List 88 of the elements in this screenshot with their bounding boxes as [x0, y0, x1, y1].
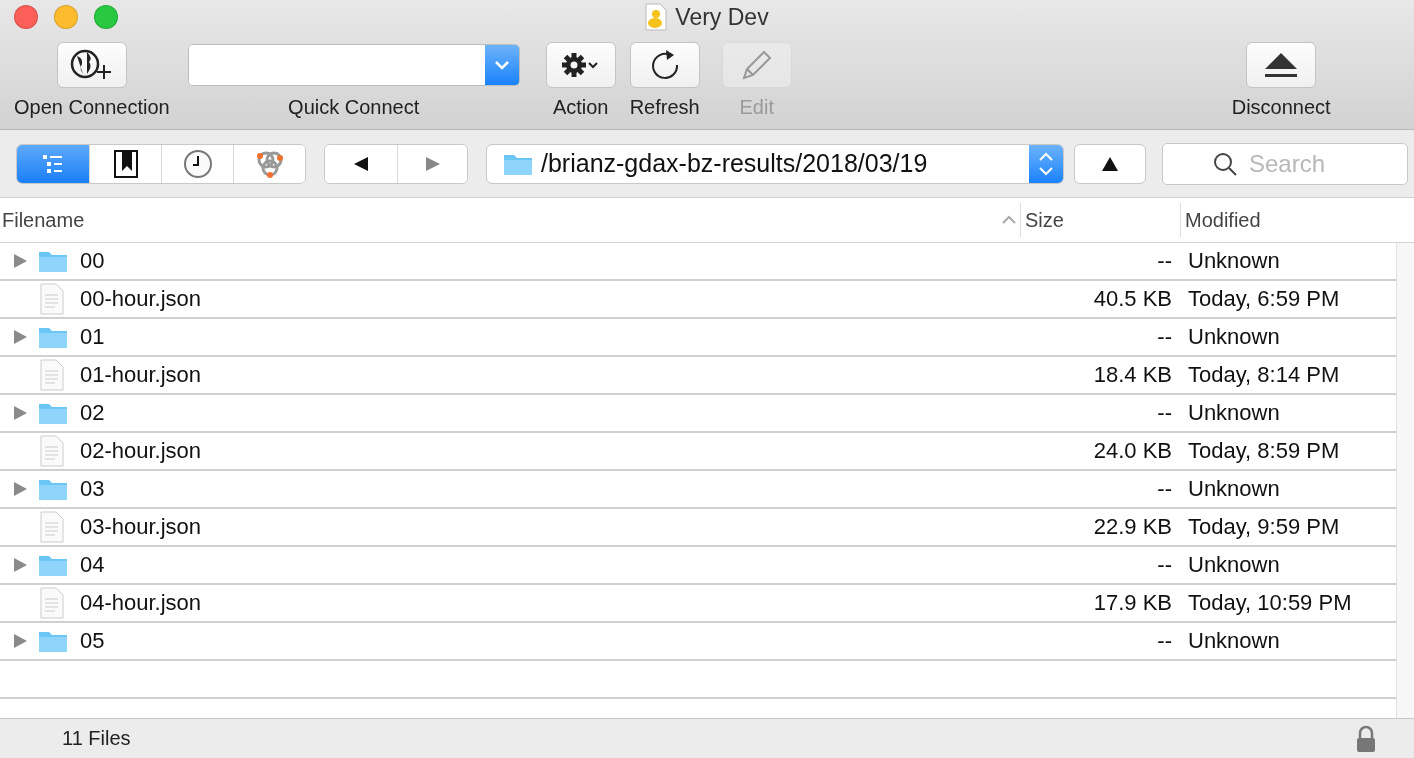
chevron-down-icon [493, 60, 510, 70]
size-cell-text: 40.5 KB [1092, 286, 1172, 312]
size-cell-text: -- [1156, 628, 1172, 654]
document-icon [40, 435, 64, 467]
column-header[interactable]: Filename [0, 203, 1020, 237]
outline-list-icon [41, 152, 65, 175]
folder-icon [38, 553, 68, 577]
triangle-left-icon [353, 155, 369, 172]
file-name: 02-hour.json [80, 438, 202, 464]
file-name: 05 [80, 628, 105, 654]
size-cell-text: -- [1156, 552, 1172, 578]
window-title: Very Dev [675, 3, 769, 31]
triangle-up-icon [1101, 155, 1119, 172]
modified-cell: Today, 8:14 PM [1188, 362, 1340, 388]
file-name: 03-hour.json [80, 514, 202, 540]
combo-box[interactable] [187, 44, 520, 86]
refresh-button[interactable] [629, 42, 700, 88]
file-name: 01 [80, 324, 105, 350]
search-field[interactable]: Search [1162, 142, 1408, 185]
disclosure-triangle-icon[interactable] [12, 481, 28, 497]
size-cell-text: -- [1156, 248, 1172, 274]
path-selector[interactable]: /brianz-gdax-bz-results/2018/03/19 [486, 143, 1064, 184]
parent-folder-button[interactable] [1074, 143, 1146, 184]
toolbar-label: Edit [739, 96, 774, 119]
status-text: 11 Files [62, 727, 131, 750]
size-cell-text: 24.0 KB [1092, 438, 1172, 464]
modified-cell: Unknown [1188, 476, 1280, 502]
stepper-icon [1029, 144, 1063, 183]
triangle-right-icon [424, 155, 441, 172]
toolbar-label: Refresh [629, 96, 700, 119]
modified-cell: Unknown [1188, 552, 1280, 578]
document-icon [40, 283, 64, 315]
folder-icon [38, 477, 68, 501]
size-cell-text: -- [1156, 476, 1172, 502]
pencil-icon [739, 48, 774, 82]
file-name: 04 [80, 552, 105, 578]
column-header[interactable]: Size [1020, 203, 1180, 237]
modified-cell: Today, 8:59 PM [1188, 438, 1340, 464]
folder-icon [38, 629, 68, 653]
lock-icon [1356, 724, 1376, 753]
toolbar-label: Action [552, 96, 609, 119]
eject-button[interactable] [1246, 42, 1317, 88]
modified-cell: Unknown [1188, 248, 1280, 274]
file-name: 03 [80, 476, 105, 502]
folder-icon [38, 249, 68, 273]
bookmark-icon [113, 149, 138, 178]
path-text: /brianz-gdax-bz-results/2018/03/19 [541, 149, 929, 178]
size-cell-text: 17.9 KB [1092, 590, 1172, 616]
toolbar-label: Quick Connect [288, 96, 420, 119]
size-cell-text: 22.9 KB [1092, 514, 1172, 540]
disclosure-triangle-icon[interactable] [12, 633, 28, 649]
toolbar-label: Disconnect [1231, 96, 1331, 119]
file-name: 00 [80, 248, 105, 274]
toolbar-label: Open Connection [14, 96, 170, 119]
modified-cell: Unknown [1188, 400, 1280, 426]
file-name: 00-hour.json [80, 286, 202, 312]
document-icon [40, 587, 64, 619]
modified-cell: Today, 10:59 PM [1188, 590, 1352, 616]
folder-icon [38, 325, 68, 349]
modified-cell: Today, 9:59 PM [1188, 514, 1340, 540]
sort-ascending-icon [1002, 215, 1016, 225]
size-cell-text: -- [1156, 400, 1172, 426]
document-icon [40, 359, 64, 391]
modified-cell: Unknown [1188, 324, 1280, 350]
column-header[interactable]: Modified [1180, 203, 1380, 237]
disclosure-triangle-icon[interactable] [12, 329, 28, 345]
disclosure-triangle-icon[interactable] [12, 253, 28, 269]
document-icon [40, 511, 64, 543]
globe-button[interactable] [56, 42, 127, 88]
size-cell-text: -- [1156, 324, 1172, 350]
file-name: 01-hour.json [80, 362, 202, 388]
disclosure-triangle-icon[interactable] [12, 405, 28, 421]
dropdown-button[interactable] [484, 45, 519, 85]
file-name: 02 [80, 400, 105, 426]
gear-button[interactable] [545, 42, 616, 88]
search-icon [1213, 151, 1237, 176]
close-button[interactable] [14, 5, 38, 29]
gear-icon [560, 52, 601, 78]
modified-cell: Unknown [1188, 628, 1280, 654]
size-cell-text: 18.4 KB [1092, 362, 1172, 388]
disclosure-triangle-icon[interactable] [12, 557, 28, 573]
minimize-button[interactable] [54, 5, 78, 29]
folder-icon [38, 401, 68, 425]
clock-icon [182, 148, 213, 179]
file-name: 04-hour.json [80, 590, 202, 616]
modified-cell: Today, 6:59 PM [1188, 286, 1340, 312]
eject-icon [1263, 51, 1300, 79]
zoom-button[interactable] [94, 5, 118, 29]
